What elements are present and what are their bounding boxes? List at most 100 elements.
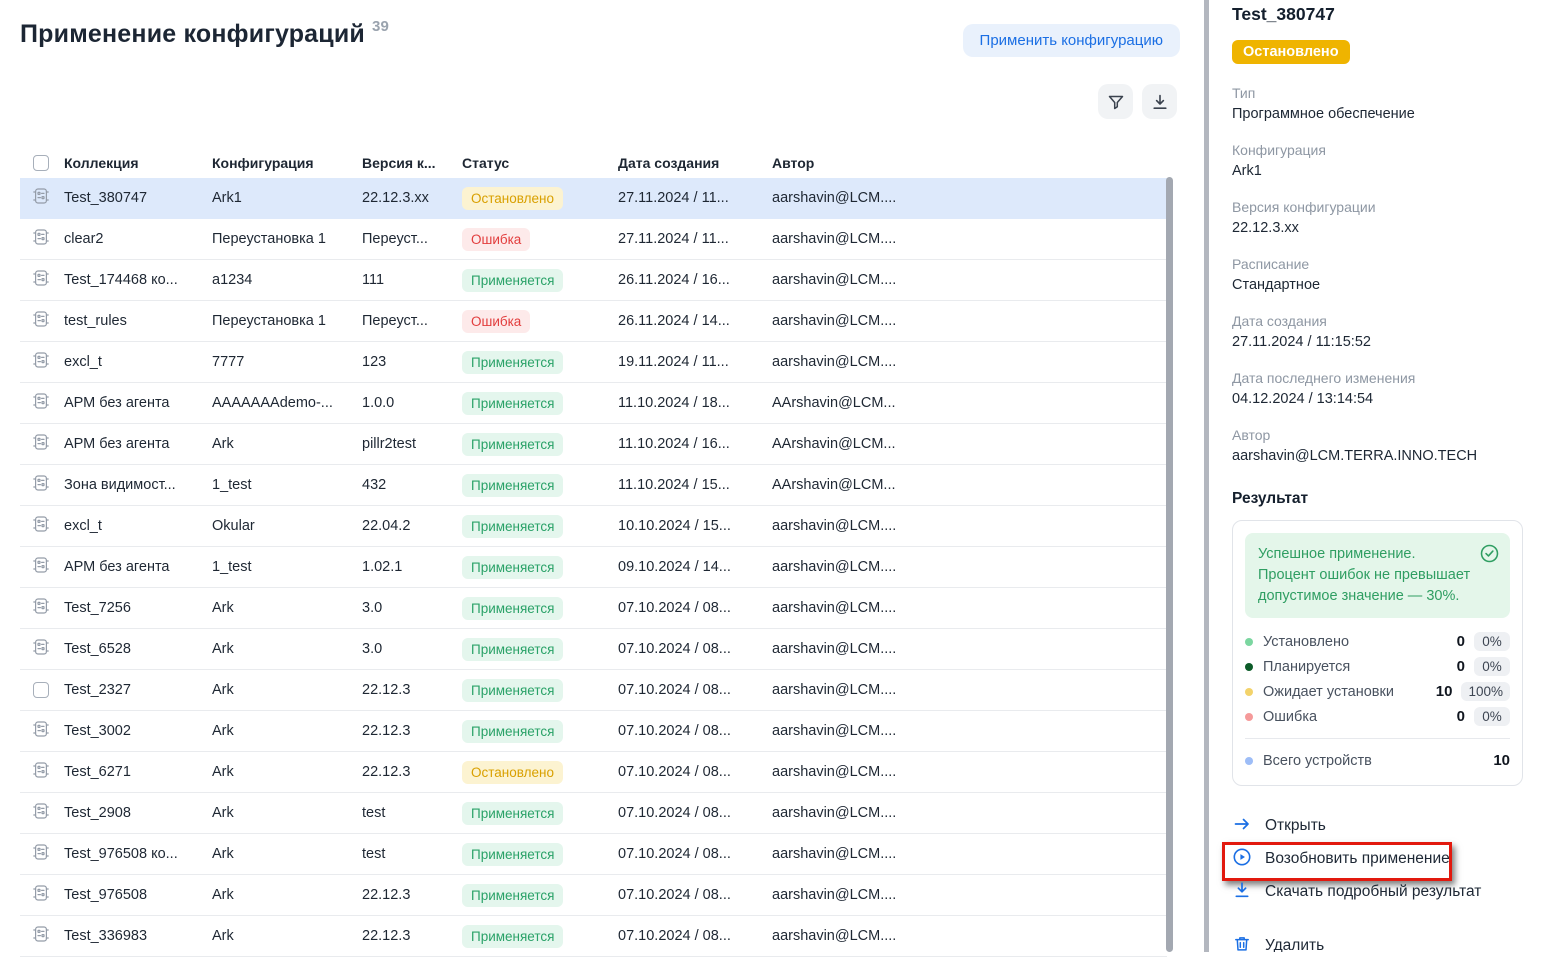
status-pill: Применяется [462, 925, 563, 948]
row-created-date: 07.10.2024 / 08... [618, 600, 772, 616]
row-created-date: 10.10.2024 / 15... [618, 518, 772, 534]
open-action[interactable]: Открыть [1232, 812, 1326, 840]
row-configuration: 7777 [212, 354, 362, 370]
table-row[interactable]: Test_976508 ко...ArktestПрименяется07.10… [20, 834, 1167, 875]
delete-action[interactable]: Удалить [1232, 932, 1324, 952]
row-author: aarshavin@LCM.... [772, 231, 910, 247]
table-row[interactable]: Test_174468 ко...a1234111Применяется26.1… [20, 260, 1167, 301]
export-button[interactable] [1142, 84, 1177, 119]
table-scrollbar[interactable] [1166, 177, 1173, 952]
table-row[interactable]: Зона видимост...1_test432Применяется11.1… [20, 465, 1167, 506]
detail-field: РасписаниеСтандартное [1232, 255, 1534, 295]
row-lead-cell [20, 188, 64, 208]
row-created-date: 07.10.2024 / 08... [618, 928, 772, 944]
row-author: aarshavin@LCM.... [772, 805, 910, 821]
field-label: Версия конфигурации [1232, 198, 1534, 216]
stat-label: Ошибка [1263, 709, 1439, 725]
status-pill: Применяется [462, 638, 563, 661]
row-created-date: 07.10.2024 / 08... [618, 682, 772, 698]
row-version: Переуст... [362, 313, 462, 329]
row-created-date: 27.11.2024 / 11... [618, 190, 772, 206]
row-collection: excl_t [64, 518, 212, 534]
apply-configuration-button[interactable]: Применить конфигурацию [963, 24, 1180, 57]
row-author: aarshavin@LCM.... [772, 682, 910, 698]
funnel-icon [1106, 92, 1126, 112]
status-pill: Применяется [462, 392, 563, 415]
row-version: 22.12.3 [362, 887, 462, 903]
row-author: aarshavin@LCM.... [772, 641, 910, 657]
table-row[interactable]: Test_6528Ark3.0Применяется07.10.2024 / 0… [20, 629, 1167, 670]
row-version: 22.12.3 [362, 928, 462, 944]
download-result-action[interactable]: Скачать подробный результат [1232, 878, 1481, 906]
download-icon [1150, 92, 1170, 112]
collection-icon [33, 721, 49, 741]
row-checkbox[interactable] [33, 682, 49, 698]
table-row[interactable]: clear2Переустановка 1Переуст...Ошибка27.… [20, 219, 1167, 260]
table-row[interactable]: Test_2327Ark22.12.3Применяется07.10.2024… [20, 670, 1167, 711]
row-configuration: AAAAAAAdemo-... [212, 395, 362, 411]
column-header-name[interactable]: Коллекция [64, 155, 212, 171]
column-header-version[interactable]: Версия к... [362, 155, 462, 171]
column-header-date[interactable]: Дата создания [618, 155, 772, 171]
result-card: Успешное применение. Процент ошибок не п… [1232, 520, 1523, 786]
row-author: aarshavin@LCM.... [772, 846, 910, 862]
column-header-config[interactable]: Конфигурация [212, 155, 362, 171]
table-row[interactable]: Test_380747Ark122.12.3.xxОстановлено27.1… [20, 178, 1167, 219]
table-header-row: КоллекцияКонфигурацияВерсия к...СтатусДа… [20, 148, 1167, 178]
row-lead-cell [20, 762, 64, 782]
table-row[interactable]: Test_336983Ark22.12.3Применяется07.10.20… [20, 916, 1167, 957]
stats-divider [1245, 738, 1510, 739]
row-status-cell: Применяется [462, 392, 618, 415]
row-lead-cell [20, 885, 64, 905]
column-header-status[interactable]: Статус [462, 155, 618, 171]
row-lead-cell [20, 639, 64, 659]
row-author: aarshavin@LCM.... [772, 928, 910, 944]
table-row[interactable]: Test_976508Ark22.12.3Применяется07.10.20… [20, 875, 1167, 916]
row-author: aarshavin@LCM.... [772, 190, 910, 206]
filter-button[interactable] [1098, 84, 1133, 119]
table-row[interactable]: АРМ без агентаAAAAAAAdemo-...1.0.0Примен… [20, 383, 1167, 424]
row-created-date: 09.10.2024 / 14... [618, 559, 772, 575]
field-label: Тип [1232, 84, 1534, 102]
detail-field: КонфигурацияArk1 [1232, 141, 1534, 181]
details-panel: Test_380747 Остановлено ТипПрограммное о… [1209, 0, 1558, 952]
result-stats: Установлено00%Планируется00%Ожидает уста… [1245, 629, 1510, 729]
resume-apply-action[interactable]: Возобновить применение [1232, 845, 1450, 873]
row-configuration: 1_test [212, 477, 362, 493]
table-row[interactable]: АРМ без агента1_test1.02.1Применяется09.… [20, 547, 1167, 588]
action-label: Возобновить применение [1265, 850, 1450, 868]
column-header-author[interactable]: Автор [772, 155, 910, 171]
collection-icon [33, 229, 49, 249]
field-label: Дата последнего изменения [1232, 369, 1534, 387]
table-row[interactable]: excl_tOkular22.04.2Применяется10.10.2024… [20, 506, 1167, 547]
collection-icon [33, 762, 49, 782]
status-pill: Применяется [462, 843, 563, 866]
row-author: aarshavin@LCM.... [772, 272, 910, 288]
row-version: 1.0.0 [362, 395, 462, 411]
status-pill: Применяется [462, 597, 563, 620]
row-status-cell: Применяется [462, 802, 618, 825]
panel-actions: Открыть Возобновить применение Скачать под… [1232, 812, 1534, 952]
row-created-date: 07.10.2024 / 08... [618, 846, 772, 862]
table-row[interactable]: Test_3002Ark22.12.3Применяется07.10.2024… [20, 711, 1167, 752]
field-label: Дата создания [1232, 312, 1534, 330]
row-status-cell: Применяется [462, 638, 618, 661]
table-row[interactable]: test_rulesПереустановка 1Переуст...Ошибк… [20, 301, 1167, 342]
table-row[interactable]: АРМ без агентаArkpillr2testПрименяется11… [20, 424, 1167, 465]
table-row[interactable]: Test_2908ArktestПрименяется07.10.2024 / … [20, 793, 1167, 834]
table-row[interactable]: excl_t7777123Применяется19.11.2024 / 11.… [20, 342, 1167, 383]
row-configuration: Переустановка 1 [212, 231, 362, 247]
page-title-text: Применение конфигураций [20, 20, 365, 48]
table-row[interactable]: Test_6271Ark22.12.3Остановлено07.10.2024… [20, 752, 1167, 793]
stat-value: 0 [1439, 633, 1465, 650]
row-status-cell: Применяется [462, 433, 618, 456]
table-row[interactable]: Test_7256Ark3.0Применяется07.10.2024 / 0… [20, 588, 1167, 629]
stat-percent: 100% [1461, 682, 1510, 701]
row-status-cell: Остановлено [462, 187, 618, 210]
collection-icon [33, 557, 49, 577]
select-all-checkbox[interactable] [33, 155, 49, 171]
stat-label: Ожидает установки [1263, 684, 1426, 700]
row-collection: Test_336983 [64, 928, 212, 944]
row-created-date: 19.11.2024 / 11... [618, 354, 772, 370]
row-version: 3.0 [362, 641, 462, 657]
